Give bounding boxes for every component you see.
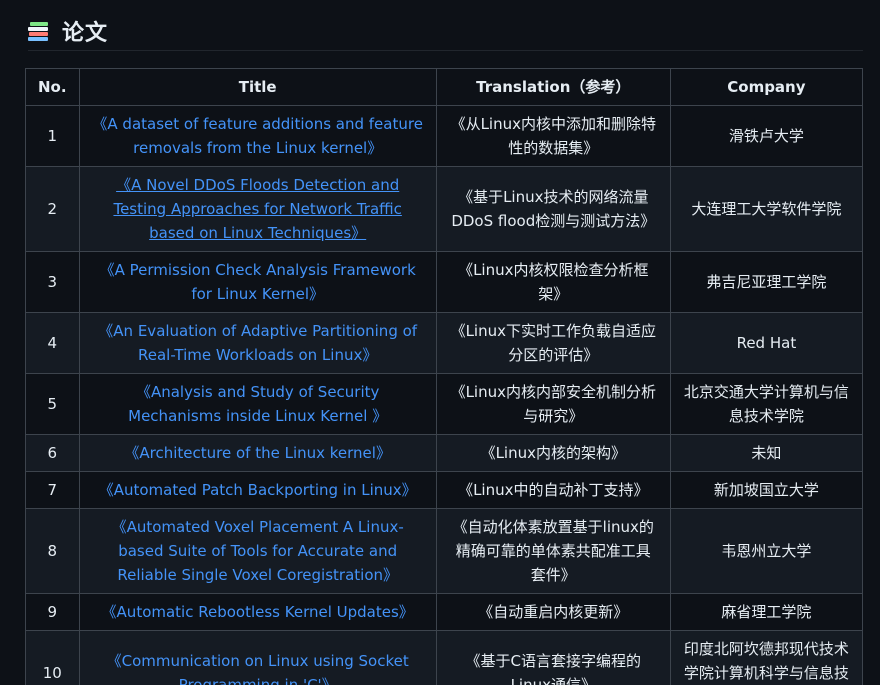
- table-row: 9 《Automatic Rebootless Kernel Updates》 …: [25, 593, 864, 631]
- cell-title: 《Communication on Linux using Socket Pro…: [78, 630, 437, 685]
- cell-company: 麻省理工学院: [669, 593, 864, 631]
- paper-title-link[interactable]: 《An Evaluation of Adaptive Partitioning …: [98, 322, 417, 364]
- cell-translation: 《Linux中的自动补丁支持》: [435, 471, 671, 509]
- table-row: 8 《Automated Voxel Placement A Linux-bas…: [25, 508, 864, 594]
- cell-translation: 《自动重启内核更新》: [435, 593, 671, 631]
- cell-company: Red Hat: [669, 312, 864, 374]
- page: 论文 No. Title Translation（参考） Company 1 《…: [0, 0, 880, 685]
- cell-translation: 《Linux内核的架构》: [435, 434, 671, 472]
- cell-no: 9: [25, 593, 80, 631]
- table-row: 7 《Automated Patch Backporting in Linux》…: [25, 471, 864, 509]
- books-icon: [28, 20, 50, 42]
- cell-no: 5: [25, 373, 80, 435]
- header-company: Company: [669, 68, 864, 106]
- cell-no: 10: [25, 630, 80, 685]
- section-title: 论文: [62, 21, 109, 46]
- cell-no: 3: [25, 251, 80, 313]
- table-row: 6 《Architecture of the Linux kernel》 《Li…: [25, 434, 864, 472]
- cell-no: 8: [25, 508, 80, 594]
- cell-title: 《A Permission Check Analysis Framework f…: [78, 251, 437, 313]
- cell-title: 《Automated Patch Backporting in Linux》: [78, 471, 437, 509]
- header-title: Title: [78, 68, 437, 106]
- cell-translation: 《从Linux内核中添加和删除特性的数据集》: [435, 105, 671, 167]
- paper-title-link[interactable]: 《Automated Patch Backporting in Linux》: [99, 481, 417, 499]
- cell-company: 未知: [669, 434, 864, 472]
- table-row: 3 《A Permission Check Analysis Framework…: [25, 251, 864, 313]
- cell-title: 《An Evaluation of Adaptive Partitioning …: [78, 312, 437, 374]
- table-row: 2 《A Novel DDoS Floods Detection and Tes…: [25, 166, 864, 252]
- cell-no: 6: [25, 434, 80, 472]
- cell-title: 《Automatic Rebootless Kernel Updates》: [78, 593, 437, 631]
- paper-title-link[interactable]: 《A dataset of feature additions and feat…: [92, 115, 423, 157]
- table-row: 5 《Analysis and Study of Security Mechan…: [25, 373, 864, 435]
- paper-title-link[interactable]: 《Communication on Linux using Socket Pro…: [107, 652, 409, 685]
- cell-translation: 《Linux下实时工作负载自适应分区的评估》: [435, 312, 671, 374]
- cell-company: 滑铁卢大学: [669, 105, 864, 167]
- table-row: 10 《Communication on Linux using Socket …: [25, 630, 864, 685]
- paper-title-link[interactable]: 《Automated Voxel Placement A Linux-based…: [112, 518, 404, 584]
- cell-company: 大连理工大学软件学院: [669, 166, 864, 252]
- cell-no: 2: [25, 166, 80, 252]
- cell-company: 北京交通大学计算机与信息技术学院: [669, 373, 864, 435]
- cell-no: 4: [25, 312, 80, 374]
- cell-no: 7: [25, 471, 80, 509]
- paper-title-link[interactable]: 《A Permission Check Analysis Framework f…: [100, 261, 416, 303]
- cell-company: 新加坡国立大学: [669, 471, 864, 509]
- cell-title: 《Architecture of the Linux kernel》: [78, 434, 437, 472]
- papers-table: No. Title Translation（参考） Company 1 《A d…: [25, 68, 864, 685]
- cell-translation: 《Linux内核权限检查分析框架》: [435, 251, 671, 313]
- cell-translation: 《基于C语言套接字编程的Linux通信》: [435, 630, 671, 685]
- cell-title: 《Automated Voxel Placement A Linux-based…: [78, 508, 437, 594]
- paper-title-link[interactable]: 《Analysis and Study of Security Mechanis…: [128, 383, 387, 425]
- paper-title-link[interactable]: 《Architecture of the Linux kernel》: [124, 444, 391, 462]
- cell-translation: 《基于Linux技术的网络流量DDoS flood检测与测试方法》: [435, 166, 671, 252]
- cell-company: 韦恩州立大学: [669, 508, 864, 594]
- cell-translation: 《Linux内核内部安全机制分析与研究》: [435, 373, 671, 435]
- cell-title: 《A dataset of feature additions and feat…: [78, 105, 437, 167]
- section-heading: 论文: [28, 12, 863, 51]
- cell-title: 《A Novel DDoS Floods Detection and Testi…: [78, 166, 437, 252]
- table-row: 4 《An Evaluation of Adaptive Partitionin…: [25, 312, 864, 374]
- paper-title-link[interactable]: 《A Novel DDoS Floods Detection and Testi…: [113, 176, 401, 242]
- cell-no: 1: [25, 105, 80, 167]
- cell-translation: 《自动化体素放置基于linux的精确可靠的单体素共配准工具套件》: [435, 508, 671, 594]
- header-translation: Translation（参考）: [435, 68, 671, 106]
- table-row: 1 《A dataset of feature additions and fe…: [25, 105, 864, 167]
- paper-title-link[interactable]: 《Automatic Rebootless Kernel Updates》: [102, 603, 414, 621]
- table-header-row: No. Title Translation（参考） Company: [25, 68, 864, 106]
- cell-title: 《Analysis and Study of Security Mechanis…: [78, 373, 437, 435]
- cell-company: 弗吉尼亚理工学院: [669, 251, 864, 313]
- cell-company: 印度北阿坎德邦现代技术学院计算机科学与信息技术学院: [669, 630, 864, 685]
- header-no: No.: [25, 68, 80, 106]
